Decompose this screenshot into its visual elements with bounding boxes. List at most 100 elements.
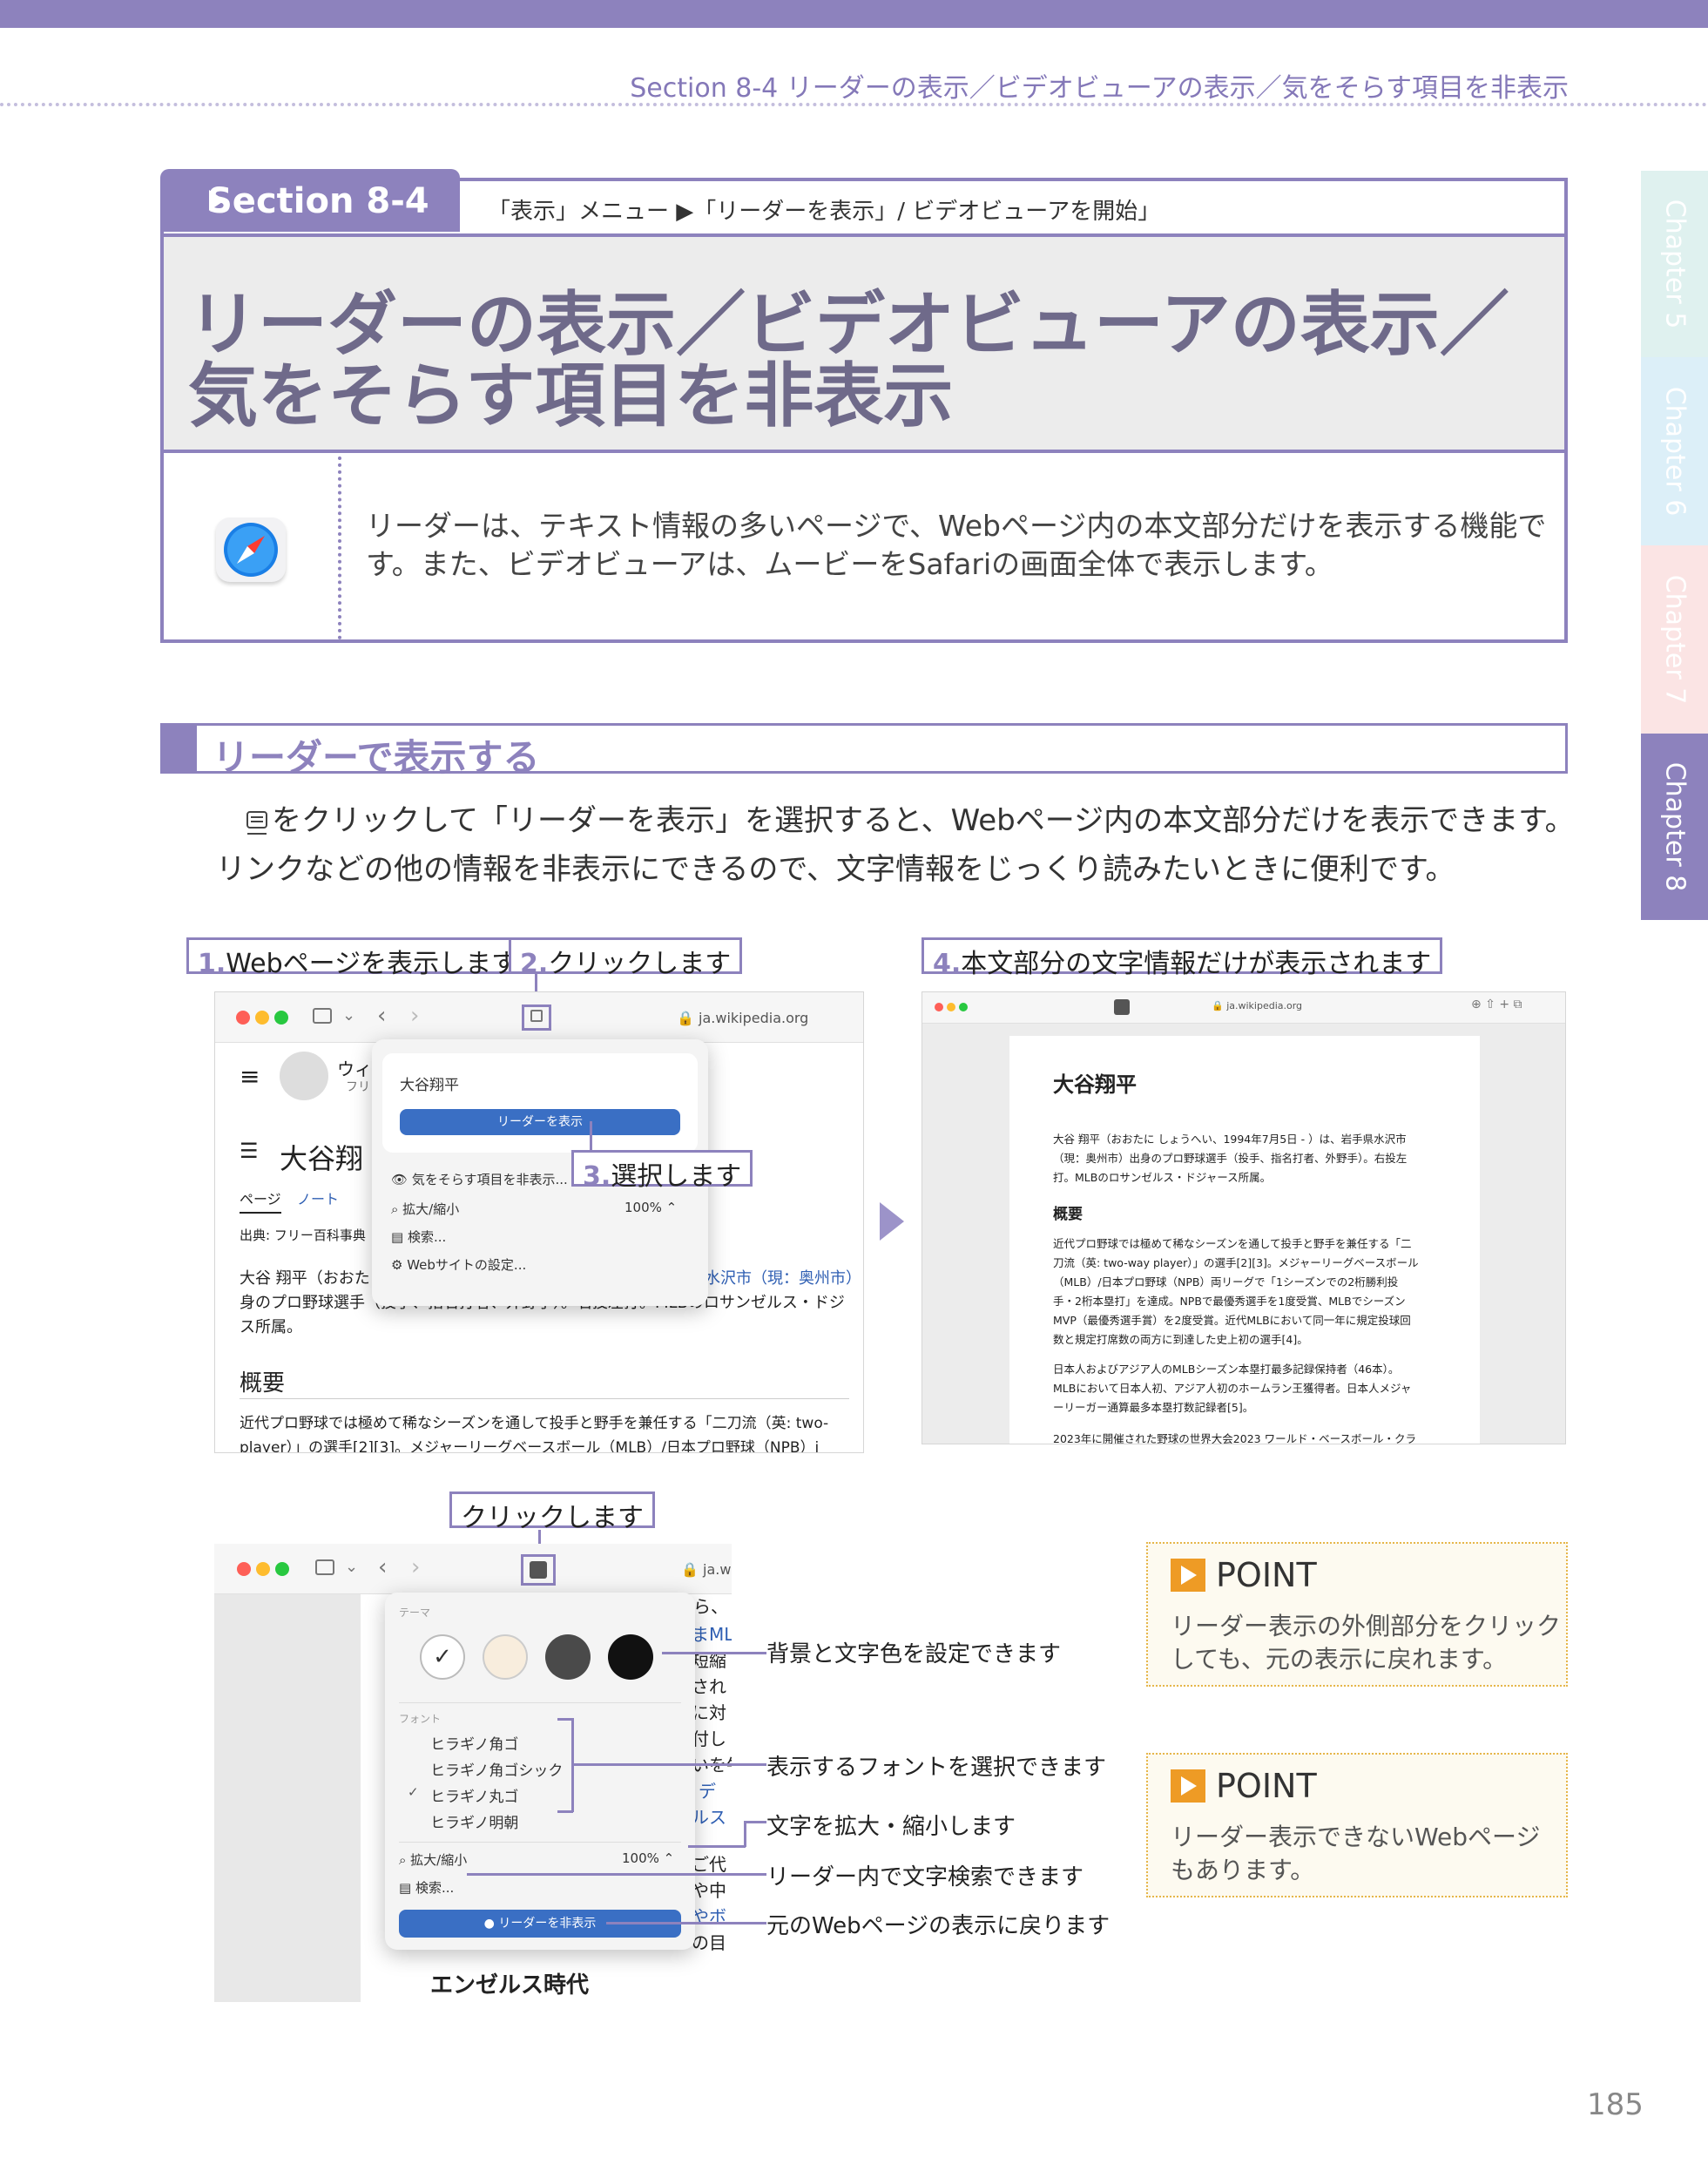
zoom-window-button[interactable]: [275, 1562, 289, 1576]
triangle-right-icon: [209, 190, 225, 211]
chapter-tab-8[interactable]: Chapter 8: [1641, 734, 1708, 920]
fragment: デ: [699, 1781, 716, 1802]
reader-title: 大谷翔平: [1053, 1072, 1137, 1097]
body-text-content: をクリックして「リーダーを表示」を選択すると、Webページ内の本文部分だけを表示…: [216, 803, 1575, 887]
close-window-button[interactable]: [236, 1011, 250, 1025]
url-text: ja.wikipedia.org: [1226, 1000, 1303, 1011]
font-option[interactable]: ヒラギノ角ゴ: [430, 1732, 518, 1754]
step-num: 4.: [933, 949, 962, 979]
menu-item-label: 拡大/縮小: [410, 1852, 468, 1868]
click-label: クリックします: [449, 1491, 655, 1533]
zoom-value[interactable]: 100% ⌃: [624, 1200, 677, 1215]
step-4-label: 4.本文部分の文字情報だけが表示されます: [922, 937, 1443, 979]
step-text: クリックします: [461, 1503, 644, 1533]
reader-icon: [530, 1010, 543, 1022]
theme-black-button[interactable]: [608, 1634, 653, 1680]
fragment: ルス: [692, 1807, 726, 1828]
minimize-window-button[interactable]: [255, 1011, 269, 1025]
callout-line-hide: [606, 1922, 766, 1924]
callout-theme: 背景と文字色を設定できます: [766, 1641, 1062, 1667]
para1-start: 大谷 翔平（おおた: [240, 1269, 370, 1288]
zoom-item[interactable]: ⌕ 拡大/縮小: [391, 1200, 459, 1218]
point-body: リーダー表示の外側部分をクリックしても、元の表示に戻れます。: [1171, 1612, 1562, 1674]
reader-p1-line: 打。MLBのロサンゼルス・ドジャース所属。: [1053, 1171, 1272, 1184]
back-icon[interactable]: ‹: [377, 1003, 386, 1029]
sidebar-icon[interactable]: [315, 1559, 334, 1575]
wiki-title: ウィ: [337, 1059, 372, 1079]
back-icon[interactable]: ‹: [378, 1554, 387, 1580]
chapter-tab-6[interactable]: Chapter 6: [1641, 357, 1708, 545]
search-item[interactable]: ▤ 検索...: [391, 1228, 446, 1246]
point-body: リーダー表示できないWebページもあります。: [1171, 1823, 1541, 1884]
address-bar[interactable]: 🔒 ja.wikipedia.org: [677, 1010, 808, 1026]
body-text: をクリックして「リーダーを表示」を選択すると、Webページ内の本文部分だけを表示…: [216, 796, 1575, 894]
hide-distracting-item[interactable]: 👁 気をそらす項目を非表示...: [391, 1170, 568, 1188]
tab-page[interactable]: ページ: [240, 1187, 281, 1214]
arrow-right-icon: [1171, 1769, 1205, 1803]
source-text: 出典: フリー百科事典: [240, 1228, 366, 1243]
para1-end[interactable]: 県水沢市（現：奥州市）: [689, 1266, 861, 1289]
sidebar-icon[interactable]: [313, 1008, 332, 1024]
menu-item-label: Webサイトの設定...: [407, 1257, 527, 1273]
hamburger-icon[interactable]: ≡: [240, 1062, 260, 1091]
reader-p3-line: 日本人およびアジア人のMLBシーズン本塁打最多記録保持者（46本）。: [1053, 1363, 1400, 1376]
show-reader-label: リーダーを表示: [497, 1115, 583, 1129]
minimize-window-button[interactable]: [256, 1562, 270, 1576]
font-option[interactable]: ヒラギノ角ゴシック: [430, 1758, 563, 1780]
step-3-label: 3.選択します: [571, 1150, 753, 1192]
forward-icon[interactable]: ›: [410, 1003, 419, 1029]
screenshot-reader-settings: ⌄ ‹ › 🔒 ja.wiki ら、 まML 短縮 され に対 付し いを牛 デ…: [214, 1544, 732, 2002]
url-text: ja.wiki: [703, 1561, 732, 1578]
menu-item-label: 拡大/縮小: [402, 1201, 460, 1217]
point-heading-text: POINT: [1216, 1556, 1317, 1594]
theme-sepia-button[interactable]: [483, 1634, 528, 1680]
close-window-button[interactable]: [935, 1003, 943, 1011]
menu-path: 「表示」メニュー ▶「リーダーを表示」/ ビデオビューアを開始」: [488, 199, 1161, 225]
header-rule: [0, 103, 1708, 106]
address-bar[interactable]: 🔒 ja.wiki: [681, 1561, 732, 1578]
browser-toolbar: ⌄ ‹ › 🔒 ja.wikipedia.org: [215, 992, 863, 1043]
reader-button-active[interactable]: [1114, 999, 1130, 1015]
intro-text: リーダーは、テキスト情報の多いページで、Webページ内の本文部分だけを表示する機…: [366, 509, 1547, 581]
callout-line-font: [571, 1763, 766, 1766]
forward-icon[interactable]: ›: [411, 1554, 420, 1580]
fragment: に対: [692, 1702, 726, 1723]
zoom-value[interactable]: 100% ⌃: [622, 1850, 674, 1866]
fragment: まML: [692, 1624, 732, 1645]
chevron-down-icon[interactable]: ⌄: [345, 1558, 358, 1576]
zoom-window-button[interactable]: [274, 1011, 288, 1025]
close-window-button[interactable]: [237, 1562, 251, 1576]
section-heading: リーダーで表示する: [213, 736, 540, 779]
tab-note[interactable]: ノート: [297, 1187, 339, 1208]
reader-page: 大谷翔平 大谷 翔平（おおたに しょうへい、1994年7月5日 - ）は、岩手県…: [1009, 1036, 1480, 1444]
zoom-item[interactable]: ⌕ 拡大/縮小: [399, 1850, 467, 1869]
zoom-window-button[interactable]: [959, 1003, 968, 1011]
toc-icon[interactable]: ☰: [240, 1139, 259, 1163]
show-reader-button[interactable]: リーダーを表示: [400, 1109, 680, 1135]
reader-settings-popup: テーマ ✓ フォント ヒラギノ角ゴ ヒラギノ角ゴシック ✓ ヒラギノ丸ゴ ヒラギ…: [385, 1593, 695, 1950]
chevron-down-icon[interactable]: ⌄: [342, 1006, 355, 1025]
reader-p2-line: 近代プロ野球では極めて稀なシーズンを通して投手と野手を兼任する「二: [1053, 1237, 1412, 1250]
search-item[interactable]: ▤ 検索...: [399, 1878, 454, 1897]
reader-p1-line: 大谷 翔平（おおたに しょうへい、1994年7月5日 - ）は、岩手県水沢市: [1053, 1133, 1407, 1146]
popup-card: [382, 1053, 698, 1153]
callout-line-theme: [662, 1652, 766, 1654]
font-option-selected[interactable]: ヒラギノ丸ゴ: [430, 1784, 518, 1806]
font-option[interactable]: ヒラギノ明朝: [430, 1810, 518, 1832]
chapter-tab-5[interactable]: Chapter 5: [1641, 171, 1708, 357]
website-settings-item[interactable]: ⚙ Webサイトの設定...: [391, 1255, 526, 1274]
theme-white-button[interactable]: ✓: [420, 1634, 465, 1680]
reader-p2-line: 手・2桁本塁打」を達成。NPBで最優秀選手を1度受賞、MLBでシーズン: [1053, 1295, 1406, 1308]
toolbar-icons[interactable]: ⊕ ⇧ + ⧉: [1471, 998, 1522, 1011]
browser-toolbar: 🔒 ja.wikipedia.org ⊕ ⇧ + ⧉: [922, 992, 1565, 1024]
step-text: クリックします: [548, 949, 732, 979]
chapter-tab-7[interactable]: Chapter 7: [1641, 545, 1708, 734]
running-header: Section 8-4 リーダーの表示／ビデオビューアの表示／気をそらす項目を非…: [630, 73, 1569, 104]
callout-line-zoom-v: [744, 1821, 746, 1847]
theme-gray-button[interactable]: [545, 1634, 591, 1680]
article-title: 大谷翔: [280, 1142, 364, 1175]
minimize-window-button[interactable]: [947, 1003, 955, 1011]
reader-p2-line: 刀流（英: two-way player）」の選手[2][3]。メジャーリーグベ…: [1053, 1256, 1419, 1269]
address-bar[interactable]: 🔒 ja.wikipedia.org: [1212, 1000, 1302, 1011]
wiki-subtitle: フリ: [346, 1080, 370, 1094]
